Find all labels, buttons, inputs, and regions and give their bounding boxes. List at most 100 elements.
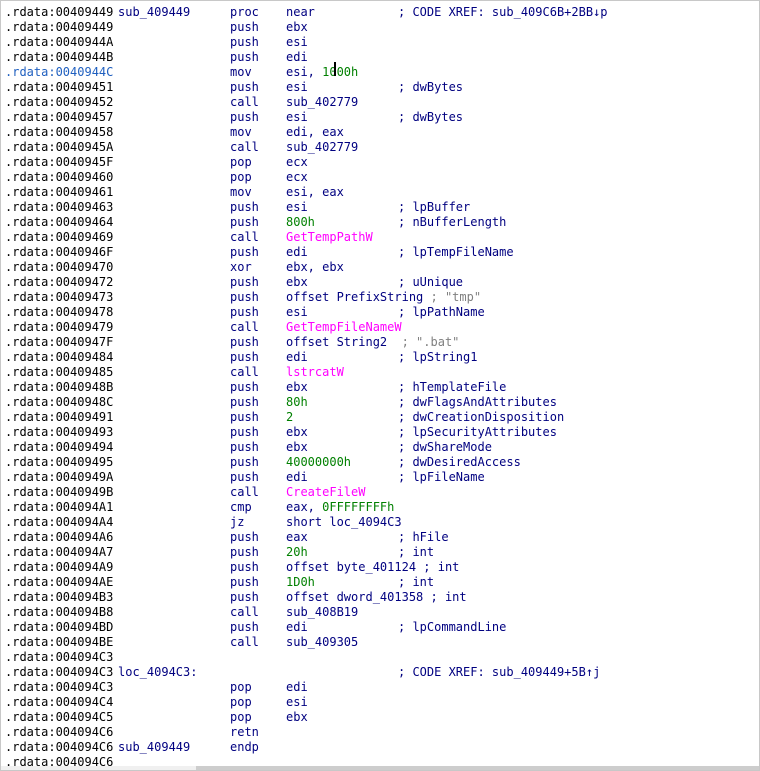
listing-line[interactable]: .rdata:00409449 push ebx: [1, 20, 759, 35]
instruction-operands[interactable]: esi: [286, 80, 308, 95]
listing-line[interactable]: .rdata:004094A4 jz short loc_4094C3: [1, 515, 759, 530]
instruction-operands[interactable]: CreateFileW: [286, 485, 365, 500]
instruction-operands[interactable]: edi: [286, 620, 308, 635]
horizontal-scrollbar[interactable]: [1, 766, 759, 770]
api-call-name[interactable]: CreateFileW: [286, 485, 365, 499]
listing-line[interactable]: .rdata:00409472 push ebx ; uUnique: [1, 275, 759, 290]
instruction-operands[interactable]: offset String2 ; ".bat": [286, 335, 459, 350]
instruction-operands[interactable]: edi, eax: [286, 125, 344, 140]
listing-line[interactable]: .rdata:0040945F pop ecx: [1, 155, 759, 170]
instruction-operands[interactable]: lstrcatW: [286, 365, 344, 380]
instruction-operands[interactable]: 800h: [286, 215, 315, 230]
listing-line[interactable]: .rdata:004094A7 push 20h ; int: [1, 545, 759, 560]
instruction-operands[interactable]: esi: [286, 110, 308, 125]
listing-line[interactable]: .rdata:004094A1 cmp eax, 0FFFFFFFFh: [1, 500, 759, 515]
instruction-operands[interactable]: 20h: [286, 545, 308, 560]
instruction-operands[interactable]: sub_408B19: [286, 605, 358, 620]
listing-line[interactable]: .rdata:00409457 push esi ; dwBytes: [1, 110, 759, 125]
listing-line[interactable]: .rdata:0040947F push offset String2 ; ".ba…: [1, 335, 759, 350]
listing-line[interactable]: .rdata:004094BD push edi ; lpCommandLine: [1, 620, 759, 635]
instruction-operands[interactable]: sub_402779: [286, 140, 358, 155]
listing-line[interactable]: .rdata:00409469 call GetTempPathW: [1, 230, 759, 245]
listing-line[interactable]: .rdata:0040945A call sub_402779: [1, 140, 759, 155]
listing-line[interactable]: .rdata:004094AE push 1D0h ; int: [1, 575, 759, 590]
api-call-name[interactable]: GetTempFileNameW: [286, 320, 402, 334]
line-label[interactable]: sub_409449: [118, 5, 190, 20]
instruction-operands[interactable]: esi, 1000h: [286, 65, 358, 80]
listing-line[interactable]: .rdata:0040949A push edi ; lpFileName: [1, 470, 759, 485]
listing-line[interactable]: .rdata:00409451 push esi ; dwBytes: [1, 80, 759, 95]
instruction-operands[interactable]: edi: [286, 245, 308, 260]
instruction-operands[interactable]: sub_409305: [286, 635, 358, 650]
instruction-operands[interactable]: edi: [286, 470, 308, 485]
listing-line[interactable]: .rdata:00409464 push 800h ; nBufferLength: [1, 215, 759, 230]
listing-line[interactable]: .rdata:0040946F push edi ; lpTempFileName: [1, 245, 759, 260]
instruction-operands[interactable]: ecx: [286, 170, 308, 185]
instruction-operands[interactable]: near: [286, 5, 315, 20]
listing-line[interactable]: .rdata:004094BE call sub_409305: [1, 635, 759, 650]
listing-line[interactable]: .rdata:00409463 push esi ; lpBuffer: [1, 200, 759, 215]
listing-line[interactable]: .rdata:00409495 push 40000000h ; dwDesiredA…: [1, 455, 759, 470]
instruction-operands[interactable]: esi: [286, 200, 308, 215]
instruction-operands[interactable]: GetTempFileNameW: [286, 320, 402, 335]
instruction-operands[interactable]: esi: [286, 695, 308, 710]
instruction-operands[interactable]: offset byte_401124 ; int: [286, 560, 459, 575]
listing-line[interactable]: .rdata:004094C6 retn: [1, 725, 759, 740]
listing-line[interactable]: .rdata:00409473 push offset PrefixString ;…: [1, 290, 759, 305]
instruction-operands[interactable]: offset PrefixString ; "tmp": [286, 290, 481, 305]
listing-line[interactable]: .rdata:004094C6 sub_409449 endp: [1, 740, 759, 755]
instruction-operands[interactable]: eax, 0FFFFFFFFh: [286, 500, 394, 515]
instruction-operands[interactable]: esi, eax: [286, 185, 344, 200]
listing-line[interactable]: .rdata:0040948C push 80h ; dwFlagsAndAttrib…: [1, 395, 759, 410]
instruction-operands[interactable]: 40000000h: [286, 455, 351, 470]
horizontal-scrollbar-thumb[interactable]: [196, 766, 759, 770]
listing-line[interactable]: .rdata:004094A9 push offset byte_401124 ; …: [1, 560, 759, 575]
listing-line[interactable]: .rdata:0040944A push esi: [1, 35, 759, 50]
instruction-operands[interactable]: edi: [286, 680, 308, 695]
listing-line[interactable]: .rdata:0040948B push ebx ; hTemplateFile: [1, 380, 759, 395]
listing-line[interactable]: .rdata:0040944C mov esi, 1000h: [1, 65, 759, 80]
listing-line[interactable]: .rdata:004094C3: [1, 650, 759, 665]
instruction-operands[interactable]: ebx: [286, 440, 308, 455]
instruction-operands[interactable]: 2: [286, 410, 293, 425]
listing-line[interactable]: .rdata:004094B3 push offset dword_401358 ;…: [1, 590, 759, 605]
instruction-operands[interactable]: eax: [286, 530, 308, 545]
instruction-operands[interactable]: sub_402779: [286, 95, 358, 110]
listing-line[interactable]: .rdata:004094A6 push eax ; hFile: [1, 530, 759, 545]
instruction-operands[interactable]: short loc_4094C3: [286, 515, 402, 530]
instruction-operands[interactable]: 1D0h: [286, 575, 315, 590]
instruction-operands[interactable]: ebx: [286, 275, 308, 290]
listing-line[interactable]: .rdata:00409460 pop ecx: [1, 170, 759, 185]
instruction-operands[interactable]: GetTempPathW: [286, 230, 373, 245]
instruction-operands[interactable]: ebx: [286, 20, 308, 35]
listing-line[interactable]: .rdata:00409449 sub_409449 proc near ; CODE …: [1, 5, 759, 20]
instruction-operands[interactable]: ebx: [286, 425, 308, 440]
listing-line[interactable]: .rdata:00409493 push ebx ; lpSecurityAttrib…: [1, 425, 759, 440]
instruction-operands[interactable]: ecx: [286, 155, 308, 170]
listing-line[interactable]: .rdata:004094C4 pop esi: [1, 695, 759, 710]
listing-line[interactable]: .rdata:00409491 push 2 ; dwCreationDisposit…: [1, 410, 759, 425]
instruction-operands[interactable]: esi: [286, 35, 308, 50]
instruction-operands[interactable]: ebx: [286, 380, 308, 395]
listing-line[interactable]: .rdata:00409470 xor ebx, ebx: [1, 260, 759, 275]
listing-line[interactable]: .rdata:00409478 push esi ; lpPathName: [1, 305, 759, 320]
instruction-operands[interactable]: esi: [286, 305, 308, 320]
listing-line[interactable]: .rdata:00409452 call sub_402779: [1, 95, 759, 110]
listing-line[interactable]: .rdata:00409494 push ebx ; dwShareMode: [1, 440, 759, 455]
listing-line[interactable]: .rdata:00409458 mov edi, eax: [1, 125, 759, 140]
listing-line[interactable]: .rdata:004094C3 loc_4094C3: ; CODE XREF: s…: [1, 665, 759, 680]
listing-line[interactable]: .rdata:004094C5 pop ebx: [1, 710, 759, 725]
api-call-name[interactable]: lstrcatW: [286, 365, 344, 379]
line-label[interactable]: sub_409449: [118, 740, 190, 755]
listing-line[interactable]: .rdata:00409461 mov esi, eax: [1, 185, 759, 200]
listing-line[interactable]: .rdata:004094B8 call sub_408B19: [1, 605, 759, 620]
listing-line[interactable]: .rdata:0040949B call CreateFileW: [1, 485, 759, 500]
listing-line[interactable]: .rdata:004094C3 pop edi: [1, 680, 759, 695]
disassembly-view[interactable]: .rdata:00409449 sub_409449 proc near ; CODE …: [0, 0, 760, 771]
listing-line[interactable]: .rdata:00409484 push edi ; lpString1: [1, 350, 759, 365]
listing-line[interactable]: .rdata:0040944B push edi: [1, 50, 759, 65]
instruction-operands[interactable]: ebx: [286, 710, 308, 725]
instruction-operands[interactable]: edi: [286, 50, 308, 65]
api-call-name[interactable]: GetTempPathW: [286, 230, 373, 244]
instruction-operands[interactable]: 80h: [286, 395, 308, 410]
